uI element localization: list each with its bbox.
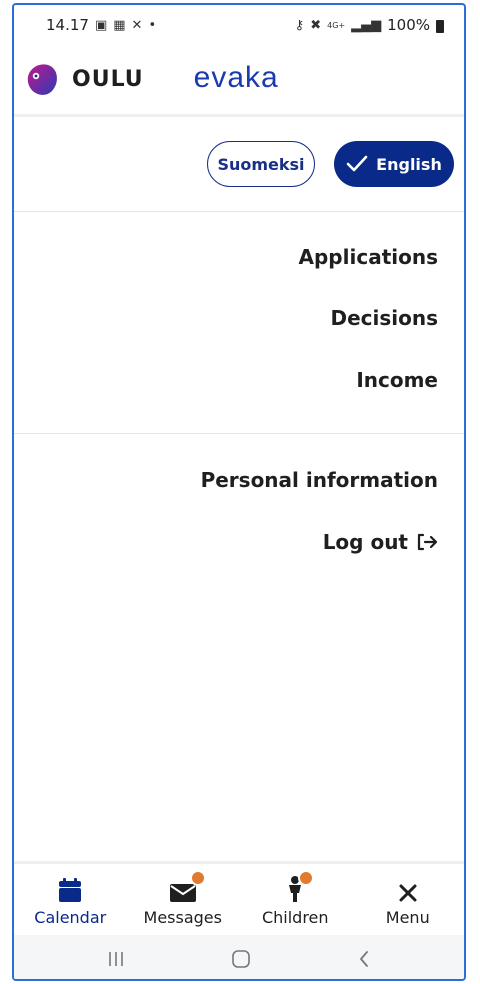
menu-item-label: Decisions [330,306,438,330]
menu-item-log-out[interactable]: Log out [323,530,438,554]
vpn-key-icon: ⚷ [294,17,305,33]
network-type-icon: 4G+ [327,20,346,30]
oulu-logo[interactable]: OULU [22,60,144,100]
signal-icon: ▂▄▆ [351,17,382,33]
nav-messages[interactable]: Messages [128,864,238,935]
menu-item-label: Personal information [200,468,438,492]
nav-menu[interactable]: Menu [353,864,463,935]
gallery-notification-icon: ▣ [94,17,108,33]
menu-item-label: Applications [298,245,438,269]
status-time: 14.17 [46,16,89,34]
home-icon[interactable] [230,948,252,970]
nav-calendar-label: Calendar [34,908,107,927]
back-icon[interactable] [356,949,372,969]
app-notification-icon: ▦ [113,17,126,33]
menu-item-label: Income [356,368,438,392]
system-navigation-bar [14,935,464,979]
menu-item-personal-information[interactable]: Personal information [201,468,438,492]
missed-call-icon: ✕ [131,17,143,33]
bottom-navigation: Calendar Messages Children Menu [14,861,464,935]
app-header: OULU evaka [14,45,464,117]
nav-children-label: Children [261,908,329,927]
menu-item-label: Log out [322,530,408,554]
menu-item-income[interactable]: Income [356,368,438,392]
recent-apps-icon[interactable] [106,950,126,968]
menu-item-decisions[interactable]: Decisions [330,306,438,330]
app-frame: 14.17 ▣ ▦ ✕ • ⚷ ✖ 4G+ ▂▄▆ 100% OULU evak… [12,3,466,981]
oulu-logo-icon [27,63,57,95]
battery-percent: 100% [387,16,430,34]
mute-icon: ✖ [310,17,322,33]
nav-menu-label: Menu [385,908,430,927]
menu-divider [14,433,464,434]
municipality-name: OULU [72,67,144,92]
battery-icon [436,19,444,33]
close-icon [399,884,417,902]
english-language-button[interactable]: English [334,141,454,187]
language-selector: Suomeksi English [14,117,464,212]
children-badge [298,870,315,886]
calendar-icon [59,878,82,902]
envelope-icon [169,884,196,902]
more-notifications-icon: • [148,17,157,33]
nav-calendar[interactable]: Calendar [15,864,125,935]
menu-item-applications[interactable]: Applications [299,245,438,269]
check-icon [346,155,368,172]
status-bar: 14.17 ▣ ▦ ✕ • ⚷ ✖ 4G+ ▂▄▆ 100% [14,5,464,45]
messages-badge [189,870,206,886]
nav-children[interactable]: Children [240,864,350,935]
nav-messages-label: Messages [143,908,222,927]
finnish-language-label: Suomeksi [217,154,305,174]
app-name: evaka [193,60,279,94]
english-language-label: English [376,154,442,174]
logout-icon [417,533,438,551]
finnish-language-button[interactable]: Suomeksi [207,141,315,187]
